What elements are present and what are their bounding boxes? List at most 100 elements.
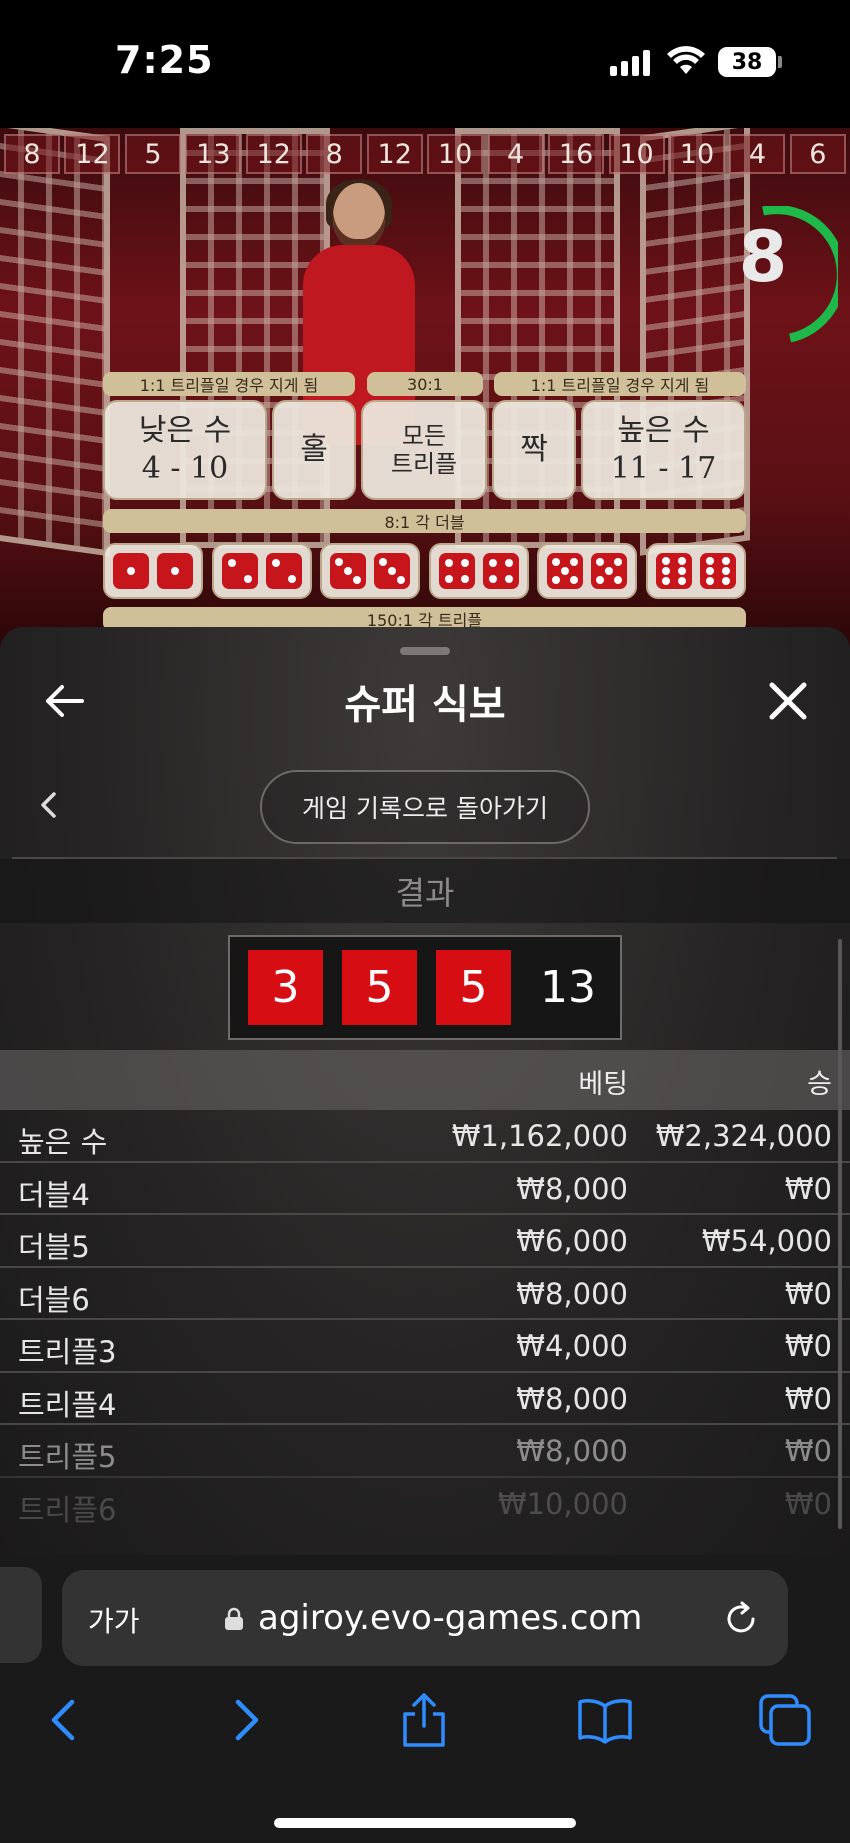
cellular-signal-icon [610, 50, 650, 76]
bet-amount: ₩4,000 [516, 1329, 628, 1363]
history-result: 8 [4, 134, 60, 174]
back-icon[interactable] [34, 1690, 94, 1750]
result-die: 3 [248, 950, 323, 1025]
forward-icon[interactable] [216, 1690, 276, 1750]
history-result: 10 [668, 134, 725, 174]
win-amount: ₩0 [784, 1381, 832, 1416]
countdown-timer: 8 [728, 205, 846, 346]
big-payout-label: 1:1 트리플일 경우 지게 됨 [494, 372, 746, 396]
status-time: 7:25 [115, 38, 214, 82]
wifi-icon [667, 46, 705, 74]
bet-double-1[interactable] [103, 543, 203, 599]
bet-double-3[interactable] [320, 543, 421, 599]
table-row: 트리플4 ₩8,000 ₩0 [0, 1373, 850, 1425]
history-result: 4 [487, 134, 544, 174]
bet-big[interactable]: 높은 수 11 - 17 [581, 400, 746, 500]
bet-any-triple-line2: 트리플 [390, 450, 458, 478]
close-icon[interactable] [764, 677, 812, 725]
bet-name: 더블4 [18, 1177, 90, 1212]
game-video: 8 12 5 13 12 8 12 10 4 16 10 10 4 6 8 1:… [0, 128, 850, 648]
die-face-2-icon [265, 553, 302, 589]
win-amount: ₩0 [784, 1276, 832, 1311]
battery-icon: 38 [718, 47, 776, 77]
bet-name: 더블6 [18, 1282, 90, 1317]
bet-amount: ₩10,000 [497, 1486, 628, 1521]
history-result: 10 [427, 134, 484, 174]
table-row: 더블6 ₩8,000 ₩0 [0, 1268, 850, 1320]
battery-tip [778, 56, 782, 68]
die-face-1-icon [113, 553, 149, 589]
table-row: 트리플5 ₩8,000 ₩0 [0, 1425, 850, 1478]
bet-double-6[interactable] [646, 543, 746, 599]
bet-name: 더블5 [18, 1230, 90, 1264]
bet-amount: ₩1,162,000 [451, 1119, 628, 1153]
sheet-title: 슈퍼 식보 [344, 682, 506, 728]
die-face-6-icon [656, 553, 692, 589]
result-dice: 3 5 5 13 [228, 935, 622, 1040]
lock-icon [225, 1607, 243, 1630]
table-row: 높은 수 ₩1,162,000 ₩2,324,000 [0, 1110, 850, 1163]
bet-odd[interactable]: 홀 [272, 400, 356, 500]
previous-tab[interactable] [0, 1567, 42, 1663]
die-face-4-icon [482, 553, 519, 589]
double-payout-label: 8:1 각 더블 [103, 509, 746, 533]
die-face-3-icon [374, 553, 411, 589]
timer-value: 8 [738, 216, 788, 298]
win-amount: ₩0 [784, 1486, 832, 1521]
bet-amount: ₩8,000 [516, 1171, 628, 1206]
bet-double-4[interactable] [428, 543, 529, 599]
result-header: 결과 [0, 859, 850, 923]
win-amount: ₩0 [784, 1329, 832, 1363]
game-history-sheet: 슈퍼 식보 게임 기록으로 돌아가기 결과 3 5 5 13 베팅 승 높은 수… [0, 627, 850, 1555]
die-face-5-icon [547, 553, 584, 589]
bet-big-title: 높은 수 [617, 413, 710, 448]
history-result: 8 [306, 134, 363, 174]
bet-big-range: 11 - 17 [610, 451, 717, 486]
home-indicator [274, 1818, 576, 1828]
history-result: 12 [366, 134, 423, 174]
bets-table: 높은 수 ₩1,162,000 ₩2,324,000 더블4 ₩8,000 ₩0… [0, 1110, 850, 1530]
back-to-history-button[interactable]: 게임 기록으로 돌아가기 [260, 770, 590, 844]
reload-icon[interactable] [722, 1600, 760, 1638]
chevron-left-icon[interactable] [36, 790, 62, 820]
page-settings-button[interactable]: 가가 [88, 1600, 140, 1640]
small-payout-label: 1:1 트리플일 경우 지게 됨 [103, 372, 355, 396]
bet-amount: ₩6,000 [516, 1224, 628, 1258]
result-die: 5 [436, 950, 511, 1025]
history-result: 6 [789, 134, 846, 174]
history-result: 16 [548, 134, 605, 174]
bet-any-triple[interactable]: 모든 트리플 [361, 400, 487, 500]
die-face-6-icon [700, 553, 736, 589]
history-result: 12 [64, 134, 121, 174]
bet-double-5[interactable] [537, 543, 638, 599]
bet-small[interactable]: 낮은 수 4 - 10 [103, 400, 267, 500]
bet-even-label: 짝 [520, 432, 548, 467]
lattice-screen-left [0, 128, 110, 557]
bets-table-header: 베팅 승 [0, 1050, 850, 1110]
browser-nav [0, 1690, 850, 1770]
bookmarks-icon[interactable] [575, 1690, 635, 1750]
tabs-icon[interactable] [755, 1690, 815, 1750]
result-die: 5 [342, 950, 417, 1025]
bet-double-2[interactable] [211, 543, 312, 599]
history-result: 12 [245, 134, 302, 174]
any-triple-payout-label: 30:1 [367, 372, 483, 396]
sheet-grabber[interactable] [400, 647, 450, 655]
history-result: 4 [729, 134, 786, 174]
die-face-3-icon [330, 553, 367, 589]
bet-small-title: 낮은 수 [138, 413, 232, 448]
table-row: 더블5 ₩6,000 ₩54,000 [0, 1215, 850, 1268]
bet-even[interactable]: 짝 [492, 400, 576, 500]
address-bar[interactable]: 가가 agiroy.evo-games.com [62, 1570, 788, 1666]
url-text: agiroy.evo-games.com [258, 1598, 643, 1638]
column-win: 승 [807, 1069, 832, 1100]
table-row: 트리플6 ₩10,000 ₩0 [0, 1478, 850, 1531]
bet-amount: ₩8,000 [516, 1276, 628, 1311]
scrollbar[interactable] [838, 939, 842, 1529]
results-history-strip: 8 12 5 13 12 8 12 10 4 16 10 10 4 6 [0, 134, 850, 176]
die-face-2-icon [221, 553, 258, 589]
bet-amount: ₩8,000 [516, 1381, 628, 1416]
bet-name: 트리플5 [18, 1440, 117, 1474]
die-face-5-icon [591, 553, 628, 589]
share-icon[interactable] [394, 1690, 454, 1750]
